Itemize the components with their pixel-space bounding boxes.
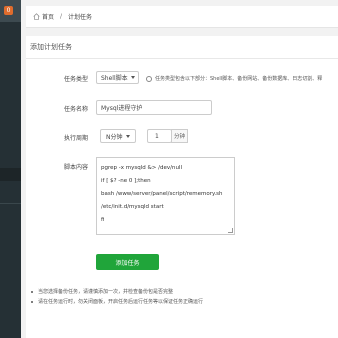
period-unit: 分钟 xyxy=(171,129,188,143)
period-value-input[interactable]: 1 xyxy=(147,129,172,143)
note-item: 当您选择备份任务，请谨慎添加一次，并检查备份包是否完整 xyxy=(30,287,203,297)
task-name-label: 任务名称 xyxy=(63,106,88,113)
notes-list: 当您选择备份任务，请谨慎添加一次，并检查备份包是否完整 请在任务运行时，勿关闭面… xyxy=(30,287,203,307)
task-type-label: 任务类型 xyxy=(63,76,88,83)
sidebar: 0 xyxy=(0,0,21,338)
panel-title: 添加计划任务 xyxy=(26,36,338,59)
period-select-value: N分钟 xyxy=(106,133,123,141)
period-value: 1 xyxy=(155,132,159,140)
task-type-select[interactable]: Shell脚本 xyxy=(96,71,139,84)
period-select[interactable]: N分钟 xyxy=(100,129,136,143)
notification-badge[interactable]: 0 xyxy=(4,6,13,15)
breadcrumb-current: 计划任务 xyxy=(68,14,93,21)
add-task-button[interactable]: 添加任务 xyxy=(96,254,159,270)
task-type-hint: 任务类型包含以下部分：Shell脚本、备份网站、备份数据库、日志切割、释 xyxy=(146,75,322,82)
note-item: 请在任务运行时，勿关闭面板，开启任务后运行任务等以保证任务正确运行 xyxy=(30,297,203,307)
breadcrumb: 首页 / 计划任务 xyxy=(26,6,338,28)
home-icon xyxy=(33,13,40,20)
info-icon xyxy=(146,75,152,82)
script-line: /etc/init.d/mysqld start xyxy=(101,204,164,210)
sidebar-divider xyxy=(0,203,21,204)
script-line: bash /www/server/panel/script/rememory.s… xyxy=(101,191,223,197)
sidebar-header: 0 xyxy=(0,0,21,22)
breadcrumb-separator: / xyxy=(60,13,63,20)
script-textarea[interactable]: pgrep -x mysqld &> /dev/null if [ $? -ne… xyxy=(96,157,235,235)
script-line: if [ $? -ne 0 ];then xyxy=(101,178,151,184)
task-type-value: Shell脚本 xyxy=(101,75,128,82)
task-name-value: Mysql进程守护 xyxy=(101,105,143,112)
script-label: 脚本内容 xyxy=(63,164,88,171)
period-label: 执行周期 xyxy=(63,135,88,142)
chevron-down-icon xyxy=(130,76,135,79)
chevron-down-icon xyxy=(125,134,130,138)
task-name-input[interactable]: Mysql进程守护 xyxy=(96,100,212,115)
breadcrumb-home[interactable]: 首页 xyxy=(42,12,54,21)
resize-handle-icon[interactable] xyxy=(228,228,233,233)
script-line: pgrep -x mysqld &> /dev/null xyxy=(101,165,182,171)
sidebar-active-item[interactable] xyxy=(0,168,21,181)
script-line: fi xyxy=(101,217,105,223)
